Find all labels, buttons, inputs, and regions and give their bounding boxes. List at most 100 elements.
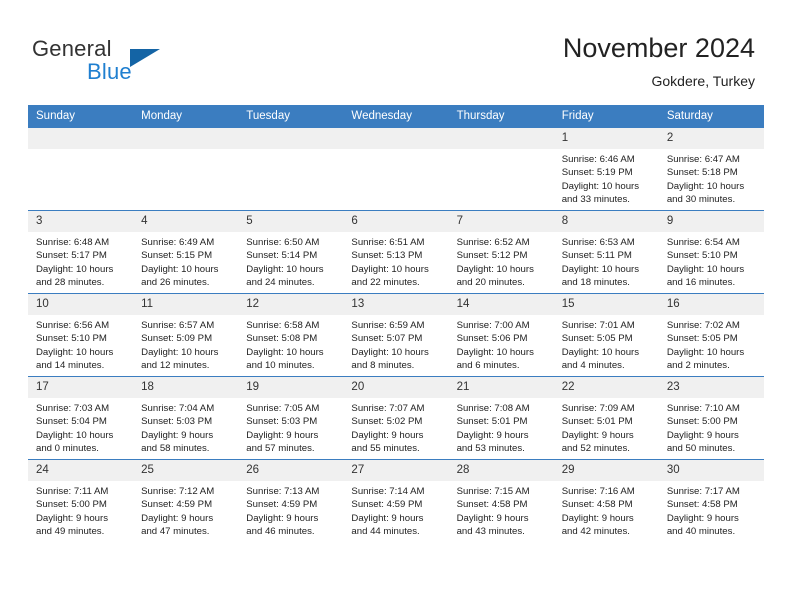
calendar-day-cell[interactable]: 12 Sunrise: 6:58 AM Sunset: 5:08 PM Dayligh… — [238, 293, 344, 377]
sunset-time: Sunset: 5:00 PM — [666, 416, 738, 428]
day-number: 5 — [238, 211, 344, 232]
daylight-duration-line1: Daylight: 9 hours — [246, 512, 319, 524]
daylight-duration-line2: and 24 minutes. — [246, 277, 315, 289]
sunset-time: Sunset: 4:58 PM — [561, 499, 633, 511]
calendar-day-cell[interactable]: 10 Sunrise: 6:56 AM Sunset: 5:10 PM Dayligh… — [28, 293, 134, 377]
day-number: 17 — [28, 377, 134, 398]
sunset-time: Sunset: 5:09 PM — [141, 333, 213, 345]
day-number: 24 — [28, 460, 134, 481]
calendar-day-cell[interactable]: 5 Sunrise: 6:50 AM Sunset: 5:14 PM Daylight… — [238, 210, 344, 294]
calendar-week-row: 1 Sunrise: 6:46 AM Sunset: 5:19 PM Daylight… — [28, 127, 764, 211]
calendar-day-cell-empty — [343, 127, 449, 211]
sunrise-time: Sunrise: 6:59 AM — [351, 320, 425, 331]
calendar-day-cell[interactable]: 8 Sunrise: 6:53 AM Sunset: 5:11 PM Daylight… — [553, 210, 659, 294]
calendar-day-cell[interactable]: 29 Sunrise: 7:16 AM Sunset: 4:58 PM Dayligh… — [553, 459, 659, 542]
calendar-day-cell[interactable]: 1 Sunrise: 6:46 AM Sunset: 5:19 PM Daylight… — [553, 127, 659, 211]
calendar-day-cell[interactable]: 4 Sunrise: 6:49 AM Sunset: 5:15 PM Daylight… — [133, 210, 239, 294]
calendar-day-cell[interactable]: 16 Sunrise: 7:02 AM Sunset: 5:05 PM Dayligh… — [658, 293, 764, 377]
calendar-day-cell[interactable]: 24 Sunrise: 7:11 AM Sunset: 5:00 PM Dayligh… — [28, 459, 134, 542]
daylight-duration-line1: Daylight: 10 hours — [246, 346, 324, 358]
calendar-day-cell[interactable]: 19 Sunrise: 7:05 AM Sunset: 5:03 PM Dayligh… — [238, 376, 344, 460]
daylight-duration-line2: and 6 minutes. — [456, 360, 520, 372]
daylight-duration-line1: Daylight: 9 hours — [351, 512, 424, 524]
day-details: Sunrise: 7:01 AM Sunset: 5:05 PM Daylight:… — [554, 315, 659, 373]
day-details: Sunrise: 7:07 AM Sunset: 5:02 PM Daylight:… — [343, 398, 448, 456]
daylight-duration-line1: Daylight: 10 hours — [351, 263, 429, 275]
calendar-day-cell[interactable]: 27 Sunrise: 7:14 AM Sunset: 4:59 PM Dayligh… — [343, 459, 449, 542]
day-number: 12 — [238, 294, 344, 315]
sunrise-time: Sunrise: 7:03 AM — [36, 403, 110, 414]
calendar-day-cell[interactable]: 7 Sunrise: 6:52 AM Sunset: 5:12 PM Daylight… — [448, 210, 554, 294]
calendar-day-cell[interactable]: 22 Sunrise: 7:09 AM Sunset: 5:01 PM Dayligh… — [553, 376, 659, 460]
day-number: 1 — [553, 128, 659, 149]
daylight-duration-line1: Daylight: 9 hours — [456, 429, 529, 441]
calendar-day-cell[interactable]: 9 Sunrise: 6:54 AM Sunset: 5:10 PM Daylight… — [658, 210, 764, 294]
day-details: Sunrise: 7:00 AM Sunset: 5:06 PM Daylight:… — [449, 315, 554, 373]
day-number: 23 — [658, 377, 764, 398]
daylight-duration-line1: Daylight: 10 hours — [141, 346, 219, 358]
day-details: Sunrise: 6:46 AM Sunset: 5:19 PM Daylight:… — [554, 149, 659, 207]
day-details: Sunrise: 7:05 AM Sunset: 5:03 PM Daylight:… — [238, 398, 343, 456]
sunset-time: Sunset: 4:58 PM — [456, 499, 528, 511]
daylight-duration-line1: Daylight: 9 hours — [36, 512, 108, 524]
calendar-day-cell[interactable]: 3 Sunrise: 6:48 AM Sunset: 5:17 PM Daylight… — [28, 210, 134, 294]
day-details: Sunrise: 6:58 AM Sunset: 5:08 PM Daylight:… — [238, 315, 343, 373]
daylight-duration-line2: and 22 minutes. — [351, 277, 420, 289]
daylight-duration-line1: Daylight: 10 hours — [36, 346, 114, 358]
calendar-day-cell[interactable]: 30 Sunrise: 7:17 AM Sunset: 4:58 PM Dayligh… — [658, 459, 764, 542]
calendar-day-cell[interactable]: 26 Sunrise: 7:13 AM Sunset: 4:59 PM Dayligh… — [238, 459, 344, 542]
sunset-time: Sunset: 5:05 PM — [561, 333, 633, 345]
day-details: Sunrise: 7:14 AM Sunset: 4:59 PM Daylight:… — [343, 481, 448, 539]
sunrise-time: Sunrise: 7:11 AM — [36, 486, 109, 497]
daylight-duration-line2: and 50 minutes. — [666, 443, 736, 455]
sunset-time: Sunset: 4:58 PM — [666, 499, 738, 511]
calendar-day-cell[interactable]: 14 Sunrise: 7:00 AM Sunset: 5:06 PM Dayligh… — [448, 293, 554, 377]
daylight-duration-line2: and 30 minutes. — [666, 194, 736, 206]
page-header: General Blue November 2024 Gokdere, Turk… — [0, 0, 792, 104]
daylight-duration-line1: Daylight: 9 hours — [561, 512, 634, 524]
sunrise-time: Sunrise: 6:49 AM — [141, 237, 215, 248]
day-details: Sunrise: 7:08 AM Sunset: 5:01 PM Daylight:… — [449, 398, 554, 456]
sunrise-time: Sunrise: 7:07 AM — [351, 403, 425, 414]
sunrise-time: Sunrise: 6:46 AM — [561, 154, 635, 165]
day-details: Sunrise: 6:52 AM Sunset: 5:12 PM Daylight:… — [449, 232, 554, 290]
sunrise-time: Sunrise: 6:50 AM — [246, 237, 320, 248]
calendar-day-cell[interactable]: 11 Sunrise: 6:57 AM Sunset: 5:09 PM Dayligh… — [133, 293, 239, 377]
day-number: 28 — [448, 460, 554, 481]
brand-logo[interactable]: General Blue — [32, 36, 232, 92]
day-details: Sunrise: 7:17 AM Sunset: 4:58 PM Daylight:… — [659, 481, 764, 539]
calendar-day-cell[interactable]: 20 Sunrise: 7:07 AM Sunset: 5:02 PM Dayligh… — [343, 376, 449, 460]
calendar-week-row: 24 Sunrise: 7:11 AM Sunset: 5:00 PM Dayligh… — [28, 459, 764, 542]
sunset-time: Sunset: 5:03 PM — [141, 416, 213, 428]
triangle-logo-icon — [130, 49, 160, 67]
sunrise-time: Sunrise: 7:08 AM — [456, 403, 530, 414]
calendar-day-cell[interactable]: 23 Sunrise: 7:10 AM Sunset: 5:00 PM Dayligh… — [658, 376, 764, 460]
calendar-day-cell[interactable]: 21 Sunrise: 7:08 AM Sunset: 5:01 PM Dayligh… — [448, 376, 554, 460]
calendar-day-cell[interactable]: 18 Sunrise: 7:04 AM Sunset: 5:03 PM Dayligh… — [133, 376, 239, 460]
day-number: 6 — [343, 211, 449, 232]
day-number: 30 — [658, 460, 764, 481]
calendar-day-cell[interactable]: 13 Sunrise: 6:59 AM Sunset: 5:07 PM Dayligh… — [343, 293, 449, 377]
calendar-day-cell[interactable]: 2 Sunrise: 6:47 AM Sunset: 5:18 PM Daylight… — [658, 127, 764, 211]
day-number: 22 — [553, 377, 659, 398]
calendar-week-row: 10 Sunrise: 6:56 AM Sunset: 5:10 PM Dayligh… — [28, 293, 764, 377]
day-details: Sunrise: 7:09 AM Sunset: 5:01 PM Daylight:… — [554, 398, 659, 456]
day-details: Sunrise: 6:48 AM Sunset: 5:17 PM Daylight:… — [28, 232, 133, 290]
daylight-duration-line1: Daylight: 10 hours — [36, 263, 114, 275]
calendar-week-row: 17 Sunrise: 7:03 AM Sunset: 5:04 PM Dayligh… — [28, 376, 764, 460]
calendar-day-cell[interactable]: 25 Sunrise: 7:12 AM Sunset: 4:59 PM Dayligh… — [133, 459, 239, 542]
day-number: 8 — [553, 211, 659, 232]
daylight-duration-line2: and 26 minutes. — [141, 277, 210, 289]
day-number: 4 — [133, 211, 239, 232]
daylight-duration-line1: Daylight: 10 hours — [666, 180, 745, 192]
sunrise-time: Sunrise: 6:51 AM — [351, 237, 425, 248]
calendar-header-row: Sunday Monday Tuesday Wednesday Thursday Frid… — [28, 105, 764, 128]
calendar-day-cell[interactable]: 15 Sunrise: 7:01 AM Sunset: 5:05 PM Dayligh… — [553, 293, 659, 377]
calendar-day-cell[interactable]: 6 Sunrise: 6:51 AM Sunset: 5:13 PM Daylight… — [343, 210, 449, 294]
day-number — [133, 128, 239, 149]
calendar-day-cell[interactable]: 28 Sunrise: 7:15 AM Sunset: 4:58 PM Dayligh… — [448, 459, 554, 542]
daylight-duration-line2: and 10 minutes. — [246, 360, 315, 372]
daylight-duration-line1: Daylight: 9 hours — [561, 429, 634, 441]
calendar-day-cell[interactable]: 17 Sunrise: 7:03 AM Sunset: 5:04 PM Dayligh… — [28, 376, 134, 460]
day-details: Sunrise: 6:57 AM Sunset: 5:09 PM Daylight:… — [133, 315, 238, 373]
